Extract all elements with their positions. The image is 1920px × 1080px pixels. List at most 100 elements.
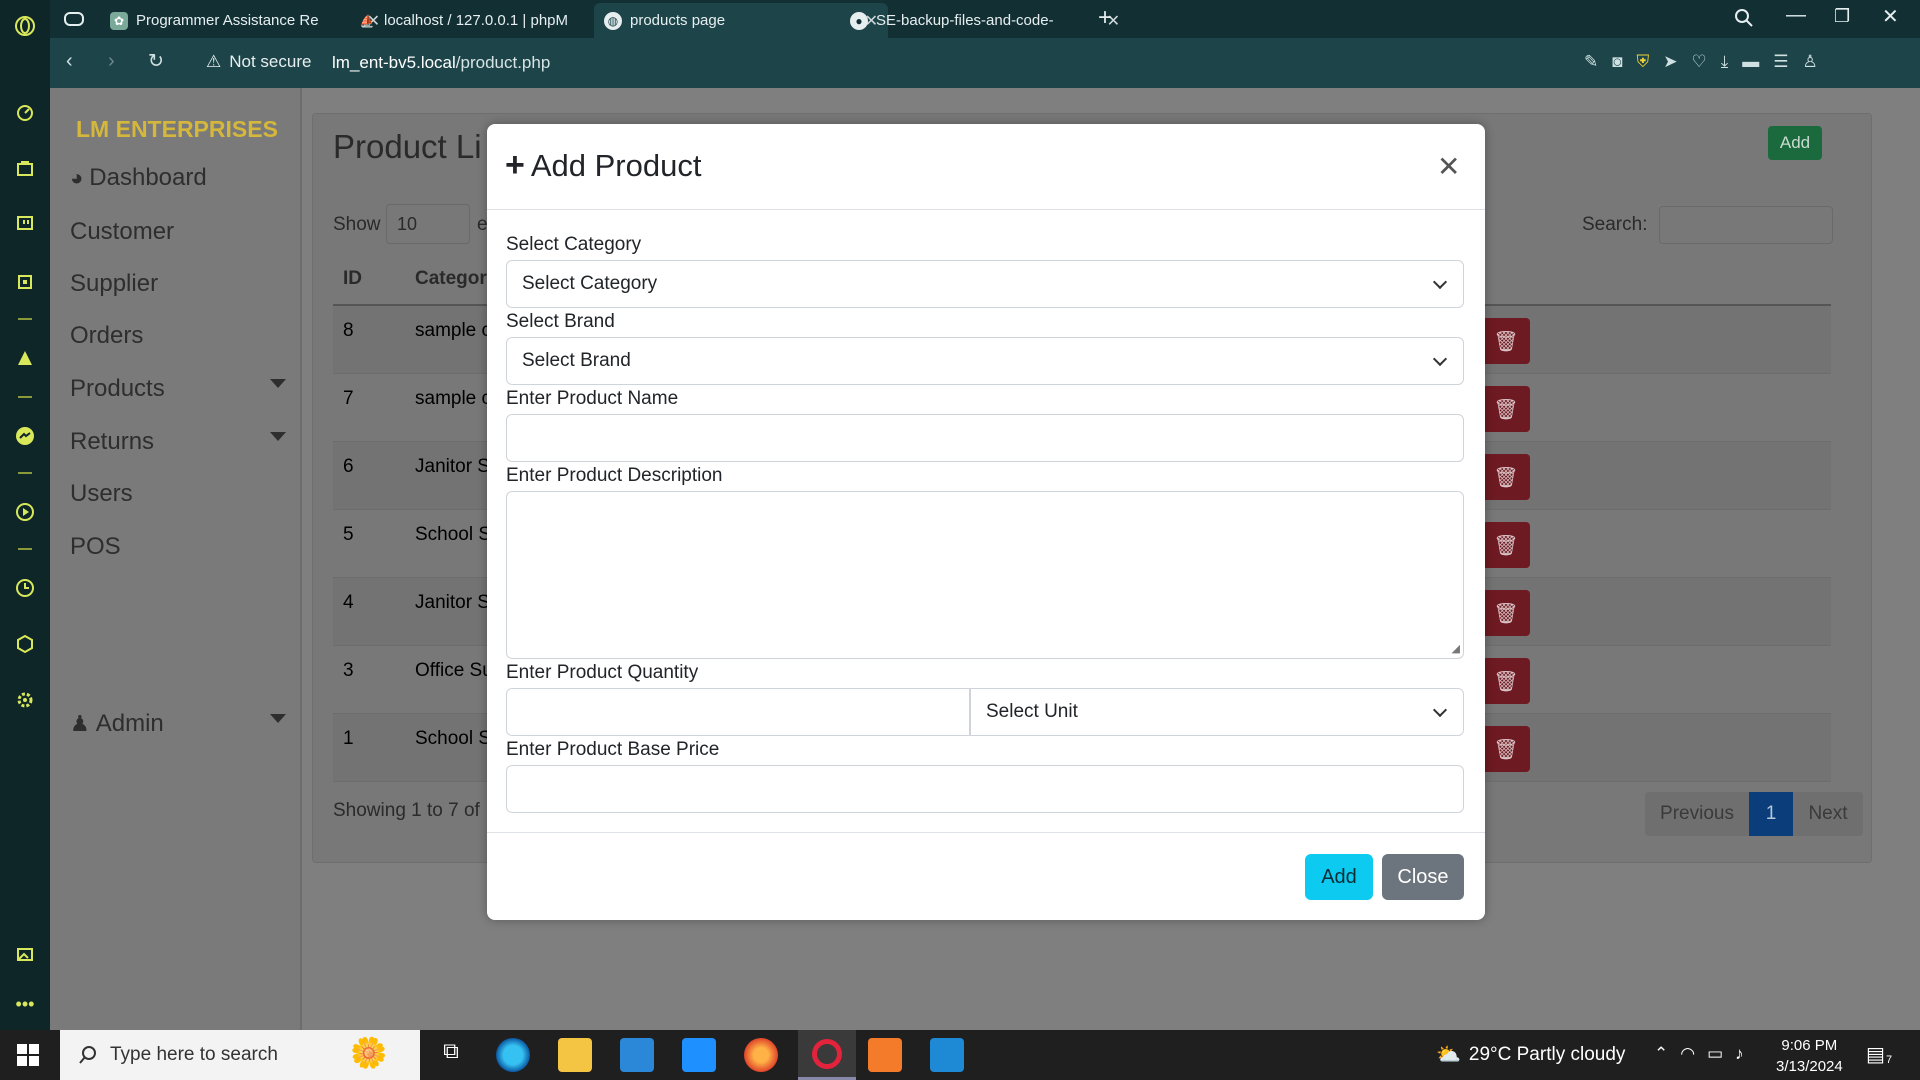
delete-button[interactable]: 🗑: [1482, 318, 1530, 364]
trash-icon: 🗑: [1493, 602, 1519, 625]
sidebar-item-orders[interactable]: Orders: [70, 322, 143, 350]
firefox-icon[interactable]: [744, 1038, 778, 1072]
weather-text: 29°C Partly cloudy: [1468, 1043, 1626, 1065]
products-dropdown-icon[interactable]: [270, 379, 286, 388]
sidebar-item-dashboard[interactable]: ◕ Dashboard: [70, 164, 207, 192]
opera-task-active[interactable]: [798, 1030, 856, 1080]
back-icon[interactable]: ‹: [66, 50, 73, 73]
showing-info: Showing 1 to 7 of: [333, 800, 480, 821]
delete-button[interactable]: 🗑: [1482, 726, 1530, 772]
more-icon[interactable]: •••: [13, 992, 37, 1016]
send-icon[interactable]: ➤: [1663, 52, 1677, 72]
mail-icon[interactable]: [682, 1038, 716, 1072]
chip-icon[interactable]: [13, 270, 37, 294]
delete-button[interactable]: 🗑: [1482, 522, 1530, 568]
system-tray: ⌃ ◠ ▭ ♪: [1654, 1044, 1744, 1064]
search-tabs-icon[interactable]: [1734, 8, 1754, 33]
notifications-icon[interactable]: ▤: [1866, 1042, 1885, 1067]
new-tab-button[interactable]: +: [1098, 4, 1112, 32]
delete-button[interactable]: 🗑: [1482, 590, 1530, 636]
profile-icon[interactable]: ♙: [1803, 52, 1818, 72]
modal-add-button[interactable]: Add: [1305, 854, 1373, 900]
reload-icon[interactable]: ↻: [148, 50, 164, 73]
wifi-icon[interactable]: ◠: [1680, 1044, 1695, 1064]
page-1-button[interactable]: 1: [1749, 792, 1793, 836]
sidebar-item-users[interactable]: Users: [70, 480, 133, 508]
weather-widget[interactable]: ⛅ 29°C Partly cloudy: [1436, 1042, 1625, 1067]
chevron-up-icon[interactable]: ⌃: [1654, 1044, 1668, 1064]
sidebar-item-customer[interactable]: Customer: [70, 218, 174, 246]
tab-programmer-assistance[interactable]: ✿ Programmer Assistance Re ✕: [100, 3, 390, 38]
taskbar-search[interactable]: Type here to search 🌼: [60, 1030, 420, 1080]
restore-icon[interactable]: ❐: [1834, 6, 1850, 27]
next-page-button[interactable]: Next: [1793, 792, 1863, 836]
product-description-textarea[interactable]: ◢: [506, 491, 1464, 659]
product-quantity-input[interactable]: [506, 688, 970, 736]
easy-setup-icon[interactable]: ✎: [1584, 52, 1598, 72]
category-select-value: Select Category: [522, 273, 658, 294]
speedometer-icon[interactable]: [13, 100, 37, 124]
heart-icon[interactable]: ♡: [1692, 52, 1707, 72]
previous-page-button[interactable]: Previous: [1645, 792, 1749, 836]
easy-setup-sliders-icon[interactable]: ☰: [1773, 52, 1788, 72]
twitch-icon[interactable]: [13, 212, 37, 236]
modal-close-button[interactable]: Close: [1382, 854, 1464, 900]
tab-github[interactable]: ● SE-backup-files-and-code- ✕: [840, 3, 1130, 38]
edge-icon[interactable]: [496, 1038, 530, 1072]
weather-icon: ⛅: [1436, 1044, 1461, 1066]
delete-button[interactable]: 🗑: [1482, 658, 1530, 704]
resize-handle-icon[interactable]: ◢: [1452, 642, 1460, 655]
messenger-icon[interactable]: [13, 424, 37, 448]
store-icon[interactable]: [620, 1038, 654, 1072]
volume-icon[interactable]: ♪: [1735, 1044, 1744, 1064]
sidebar-item-pos[interactable]: POS: [70, 533, 121, 561]
sidebar-item-returns[interactable]: Returns: [70, 428, 154, 456]
vscode-icon[interactable]: [930, 1038, 964, 1072]
clock[interactable]: 9:06 PM 3/13/2024: [1776, 1035, 1843, 1077]
task-view-icon[interactable]: ⧉: [434, 1038, 468, 1072]
delete-button[interactable]: 🗑: [1482, 386, 1530, 432]
window-close-icon[interactable]: ✕: [1882, 4, 1899, 29]
opera-logo-icon[interactable]: [13, 14, 37, 38]
sidebar-item-products[interactable]: Products: [70, 375, 165, 403]
url-field[interactable]: lm_ent-bv5.local/product.php: [332, 53, 550, 73]
sidebar-item-admin[interactable]: ♟ Admin: [70, 710, 164, 738]
browser-sidebar: •••: [0, 0, 50, 1030]
returns-dropdown-icon[interactable]: [270, 432, 286, 441]
unit-select[interactable]: Select Unit: [970, 688, 1464, 736]
xampp-icon[interactable]: [868, 1038, 902, 1072]
player-icon[interactable]: [13, 500, 37, 524]
security-indicator[interactable]: ⚠ Not secure: [206, 52, 311, 72]
product-price-input[interactable]: [506, 765, 1464, 813]
shopping-bag-icon[interactable]: [13, 156, 37, 180]
battery-icon[interactable]: ▬: [1742, 52, 1759, 72]
aria-icon[interactable]: [13, 346, 37, 370]
history-icon[interactable]: [13, 576, 37, 600]
download-icon[interactable]: ⤓: [1721, 52, 1729, 72]
warning-icon: ⚠: [206, 52, 222, 71]
brand-logo[interactable]: LM ENTERPRISES: [76, 116, 278, 143]
trash-icon: 🗑: [1493, 738, 1519, 761]
minimize-icon[interactable]: —: [1786, 4, 1806, 27]
gallery-icon[interactable]: [13, 942, 37, 966]
settings-icon[interactable]: [13, 688, 37, 712]
admin-dropdown-icon[interactable]: [270, 714, 286, 723]
pie-chart-icon: ◕: [70, 165, 84, 190]
add-product-modal: + Add Product ✕ Select Category Select C…: [487, 124, 1485, 920]
camera-icon[interactable]: ◙: [1612, 52, 1622, 72]
modal-close-icon[interactable]: ✕: [1437, 150, 1460, 183]
battery-icon[interactable]: ▭: [1707, 1044, 1723, 1064]
sidebar-item-supplier[interactable]: Supplier: [70, 270, 158, 298]
forward-icon[interactable]: ›: [108, 50, 115, 73]
brand-label: Select Brand: [506, 311, 615, 332]
cube-icon[interactable]: [13, 632, 37, 656]
file-explorer-icon[interactable]: [558, 1038, 592, 1072]
brand-select[interactable]: Select Brand: [506, 337, 1464, 385]
category-select[interactable]: Select Category: [506, 260, 1464, 308]
category-label: Select Category: [506, 234, 642, 255]
vpn-shield-icon[interactable]: ⛨: [1637, 52, 1650, 72]
delete-button[interactable]: 🗑: [1482, 454, 1530, 500]
windows-start-icon[interactable]: [16, 1043, 40, 1072]
tab-menu-icon[interactable]: [64, 10, 84, 33]
product-name-input[interactable]: [506, 414, 1464, 462]
